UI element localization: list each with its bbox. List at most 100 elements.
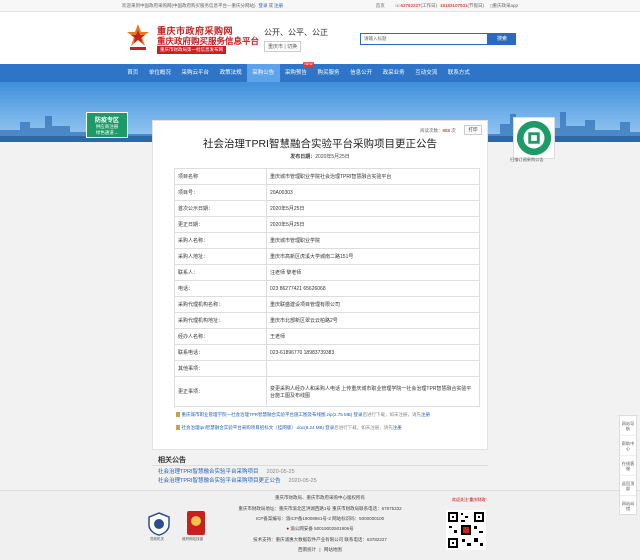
top-bar: 欢迎来到中国政府采购网(中国政府购买服务信息平台—重庆分网站) 登录 或 注册 … [0,0,640,12]
nav-item[interactable]: 首页 [122,64,144,82]
read-count-unit: 次 [451,128,456,133]
table-row: 更正日期： 2020年5月25日 [174,216,480,233]
welcome-text: 欢迎来到中国政府采购网(中国政府购买服务信息平台—重庆分网站) [122,2,256,8]
search-button[interactable]: 搜索 [488,33,516,45]
emblem1-label: 党政机关 [150,537,164,541]
row-label: 项目名称 [174,168,267,185]
attachment-tail: 后进行下载，如未注册，请先 [334,425,393,430]
nav-item[interactable]: 采购预告 NEW [280,62,315,82]
footer-address: 重庆市财政局地址：重庆市渝北区洪湖西路1号 重庆市财政局联系电话：6757533… [238,506,402,511]
related-item[interactable]: 社会治理TPRI智慧融合实验平台采购项目 2020-05-25 [158,467,295,475]
footer-police: ● 渝公网安备 50019002501906号 [0,526,640,532]
row-label: 联系电话： [174,344,267,361]
row-value: 2020年5月25日 [266,216,480,233]
footer-sitemap-link[interactable]: 网站地图 [324,547,342,552]
nav-item-label: 互动交流 [415,70,438,76]
phone-holiday-label: (节假日) [467,2,485,8]
nav-item[interactable]: 购买服务 [312,64,345,82]
nav-item[interactable]: 互动交流 [410,64,443,82]
related-item[interactable]: 社会治理TPRI智慧融合实验平台采购项目更正公告 2020-05-25 [158,476,317,484]
attachment-login-link[interactable]: 登录 [354,412,363,417]
phone-work-label: (工作日) [420,2,437,8]
related-item-date: 2020-05-25 [266,469,295,475]
home-link[interactable]: 首页 [376,3,385,9]
row-label: 采购代理机构名称： [174,296,267,313]
nav-items: 首页 单位概况 采购云平台 政策法规 采购公告 采购预告 NEW 购买服务 信息公开 政采业务 互动… [122,62,476,82]
row-value: 023 86277421 65626068 [266,280,480,297]
ad-title: 防疫专区 [94,118,119,124]
register-link[interactable]: 注册 [274,3,283,9]
right-float-item[interactable]: 网站纠错 [620,496,636,516]
read-count-value: 858 [442,128,451,133]
nav-item-label: 采购预告 [284,70,307,76]
region-switcher[interactable]: 重庆市 | 切换 [264,41,302,52]
nav-item[interactable]: 信息公开 [345,64,378,82]
related-divider [152,465,488,466]
right-float-toolbar: 网站导航 帮助中心 在线客服 返回顶部 网站纠错 [619,415,637,516]
attachment-file-icon [176,425,180,431]
app-link[interactable]: 重庆政采app [492,3,518,9]
main-nav: 首页 单位概况 采购云平台 政策法规 采购公告 采购预告 NEW 购买服务 信息公开 政采业务 互动… [0,62,640,82]
row-label: 项目号： [174,184,267,201]
epidemic-zone-ad[interactable]: 防疫专区 供应商注册 绿色通道→ [86,112,128,138]
publish-date: 发布日期：2020年5月25日 [152,153,488,160]
nav-item-label: 采购云平台 [181,70,210,76]
website-error-report-icon[interactable] [186,510,206,536]
related-item-title[interactable]: 社会治理TPRI智慧融合实验平台采购项目 [158,469,259,475]
right-float-item[interactable]: 网站导航 [620,416,636,436]
row-label: 联系人： [174,264,267,281]
nav-item[interactable]: 政策法规 [214,64,247,82]
login-link[interactable]: 登录 [259,3,268,9]
attachment-name[interactable]: 重庆城市职业管理学院一社会治理TPR智慧融合实验平台施工图及布线图.zip(2.… [182,412,353,417]
ad-line3: 绿色通道→ [95,130,119,135]
table-row: 其他事项： [174,360,480,377]
nav-item[interactable]: 联系方式 [443,64,476,82]
attachment-name[interactable]: 社会治理tpri智慧融合实验平台采购项目招标文（挂网版）.doc(8.24 MB… [182,425,325,430]
logo-emblem-icon[interactable] [126,22,150,52]
related-item-title[interactable]: 社会治理TPRI智慧融合实验平台采购项目更正公告 [158,478,281,484]
table-row: 采购人名称： 重庆城市管理职业学院 [174,232,480,249]
row-label: 采购人地址： [174,248,267,265]
read-count-label: 阅读次数： [420,128,443,133]
or-text: 或 [268,2,274,8]
table-row: 经办人名称： 王老师 [174,328,480,345]
row-value: 2020年5月25日 [266,200,480,217]
nav-item[interactable]: 单位概况 [144,64,177,82]
table-row: 首次公示日期： 2020年5月25日 [174,200,480,217]
table-row: 采购代理机构地址： 重庆市北部新区翠云云柏路2号 [174,312,480,329]
attachment-2: 社会治理tpri智慧融合实验平台采购项目招标文（挂网版）.doc(8.24 MB… [176,425,402,431]
row-label: 更正事项： [174,376,267,407]
table-row: 采购代理机构名称： 重庆联盛建设项目管理有限公司 [174,296,480,313]
row-label: 经办人名称： [174,328,267,345]
attachment-file-icon [176,412,180,418]
attachment-login-link[interactable]: 登录 [325,425,334,430]
logo-tagline: 重庆市财政局第一批信息发布网 [157,46,226,54]
related-notices-title: 相关公告 [158,457,186,464]
party-government-emblem-icon[interactable] [148,512,170,536]
right-float-item[interactable]: 在线客服 [620,456,636,476]
search-input[interactable]: 请输入标题 [360,33,488,45]
right-float-item[interactable]: 帮助中心 [620,436,636,456]
emblem2-label: 政府网站找错 [182,537,203,541]
police-badge-icon: ● [286,526,290,531]
row-value [266,360,480,377]
nav-item-label: 政采业务 [382,70,405,76]
info-table: 项目名称 重庆城市管理职业学院社会治理TPRI智慧融合实验平台 项目号： 20A003… [174,168,480,407]
footer-stats-link[interactable]: 西南统计 [298,547,316,552]
table-row: 电话： 023 86277421 65626068 [174,280,480,297]
row-value: 023-61896770 18983739383 [266,344,480,361]
footer-police-text: 渝公网安备 50019002501906号 [290,526,354,531]
attachment-register-link[interactable]: 注册 [393,425,402,430]
row-label: 采购代理机构地址： [174,312,267,329]
right-float-item[interactable]: 返回顶部 [620,476,636,496]
footer-qr-code-icon [446,510,486,550]
row-value: 变更采购人经办人和采购人电话 上传重庆城市职业管理学院一社会治理TPR智慧融合实… [266,376,480,407]
table-row: 项目号： 20A00303 [174,184,480,201]
nav-item[interactable]: 采购公告 [246,64,280,82]
print-button[interactable]: 打印 [464,125,482,135]
nav-item[interactable]: 采购云平台 [176,64,214,82]
nav-item[interactable]: 政采业务 [377,64,410,82]
row-value: 重庆市北部新区翠云云柏路2号 [266,312,480,329]
attachment-register-link[interactable]: 注册 [421,412,430,417]
subscribe-qr-code-icon [513,117,555,159]
